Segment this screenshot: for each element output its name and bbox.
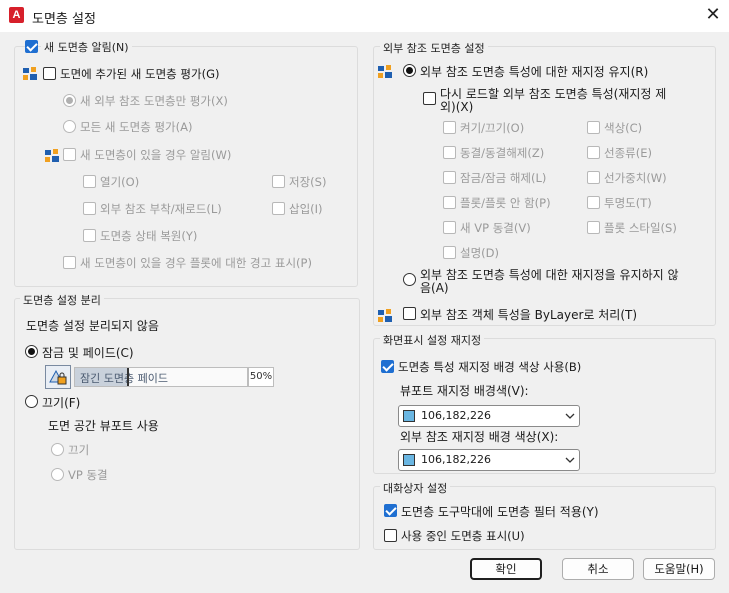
vp-freeze-radio[interactable] <box>51 468 64 481</box>
layer-stack-icon <box>378 309 392 322</box>
ok-button[interactable]: 확인 <box>470 558 542 580</box>
viewport-bg-swatch <box>403 410 415 422</box>
xref-prop-checkbox[interactable] <box>443 221 456 234</box>
xref-bg-label: 외부 참조 재지정 배경 색상(X): <box>400 430 559 444</box>
insert-checkbox[interactable] <box>272 202 285 215</box>
off-radio[interactable] <box>25 395 38 408</box>
xref-prop-checkbox[interactable] <box>587 196 600 209</box>
xref-prop-label: 투명도(T) <box>604 196 652 210</box>
dont-keep-overrides-radio[interactable] <box>403 273 416 286</box>
xref-prop-checkbox[interactable] <box>587 171 600 184</box>
xref-prop-label: 설명(D) <box>460 246 499 260</box>
eval-all-label: 모든 새 도면층 평가(A) <box>80 120 193 134</box>
locked-layer-fade-icon <box>45 365 71 389</box>
xref-prop-label: 플롯 스타일(S) <box>604 221 677 235</box>
reload-xref-props-checkbox[interactable] <box>423 92 436 105</box>
new-layer-notification-checkbox[interactable] <box>25 40 38 53</box>
dont-keep-overrides-label-1: 외부 참조 도면층 특성에 대한 재지정을 유지하지 않 <box>420 268 679 282</box>
treat-bylayer-checkbox[interactable] <box>403 307 416 320</box>
autocad-app-icon: A <box>9 7 24 23</box>
layer-stack-icon <box>45 149 59 162</box>
fade-value[interactable]: 50% <box>248 367 274 387</box>
xref-prop-label: 플롯/플롯 안 함(P) <box>460 196 551 210</box>
xref-layer-settings-title: 외부 참조 도면층 설정 <box>380 40 488 56</box>
xref-prop-checkbox[interactable] <box>587 146 600 159</box>
new-layer-notification-group <box>14 46 358 287</box>
xref-prop-checkbox[interactable] <box>587 221 600 234</box>
use-override-bg-label: 도면층 특성 재지정 배경 색상 사용(B) <box>398 360 582 374</box>
xref-bg-swatch <box>403 454 415 466</box>
evaluate-added-layers-checkbox[interactable] <box>43 67 56 80</box>
vp-freeze-label: VP 동결 <box>68 468 108 482</box>
show-in-use-label: 사용 중인 도면층 표시(U) <box>401 529 525 543</box>
lock-fade-radio[interactable] <box>25 345 38 358</box>
notify-new-layers-label: 새 도면층이 있을 경우 알림(W) <box>80 148 232 162</box>
evaluate-added-layers-label: 도면에 추가된 새 도면층 평가(G) <box>60 67 220 81</box>
chevron-down-icon <box>565 457 575 463</box>
attach-reload-label: 외부 참조 부착/재로드(L) <box>100 202 222 216</box>
dont-keep-overrides-label-2: 음(A) <box>420 281 449 295</box>
apply-filter-toolbar-label: 도면층 도구막대에 도면층 필터 적용(Y) <box>401 505 599 519</box>
save-checkbox[interactable] <box>272 175 285 188</box>
eval-all-radio[interactable] <box>63 120 76 133</box>
restore-state-checkbox[interactable] <box>83 229 96 242</box>
xref-prop-label: 켜기/끄기(O) <box>460 121 525 135</box>
close-icon[interactable]: ✕ <box>704 6 722 24</box>
xref-prop-label: 잠금/잠금 해제(L) <box>460 171 547 185</box>
xref-prop-checkbox[interactable] <box>443 121 456 134</box>
new-layer-notification-label: 새 도면층 알림(N) <box>41 39 132 55</box>
xref-prop-checkbox[interactable] <box>443 146 456 159</box>
vp-off-radio[interactable] <box>51 443 64 456</box>
restore-state-label: 도면층 상태 복원(Y) <box>100 229 198 243</box>
xref-prop-checkbox[interactable] <box>443 171 456 184</box>
vp-off-label: 끄기 <box>68 443 90 457</box>
open-checkbox[interactable] <box>83 175 96 188</box>
xref-prop-label: 색상(C) <box>604 121 643 135</box>
xref-prop-checkbox[interactable] <box>587 121 600 134</box>
xref-prop-checkbox[interactable] <box>443 196 456 209</box>
xref-prop-label: 새 VP 동결(V) <box>460 221 531 235</box>
attach-reload-checkbox[interactable] <box>83 202 96 215</box>
keep-overrides-label: 외부 참조 도면층 특성에 대한 재지정 유지(R) <box>420 65 649 79</box>
lock-fade-label: 잠금 및 페이드(C) <box>42 346 134 360</box>
reload-xref-props-label-2: 외)(X) <box>440 100 474 114</box>
save-label: 저장(S) <box>289 175 327 189</box>
help-button[interactable]: 도움말(H) <box>643 558 715 580</box>
xref-prop-label: 선가중치(W) <box>604 171 667 185</box>
off-label: 끄기(F) <box>42 396 81 410</box>
xref-prop-checkbox[interactable] <box>443 246 456 259</box>
open-label: 열기(O) <box>100 175 140 189</box>
title-bar <box>0 0 729 32</box>
use-override-bg-checkbox[interactable] <box>381 360 394 373</box>
isolate-setting-text: 도면층 설정 분리되지 않음 <box>26 319 159 333</box>
plot-warning-checkbox[interactable] <box>63 256 76 269</box>
show-in-use-checkbox[interactable] <box>384 529 397 542</box>
fade-slider-thumb[interactable] <box>127 368 129 386</box>
dialog-settings-title: 대화상자 설정 <box>380 480 451 496</box>
xref-prop-label: 동결/동결해제(Z) <box>460 146 545 160</box>
treat-bylayer-label: 외부 참조 객체 특성을 ByLayer로 처리(T) <box>420 308 638 322</box>
display-override-title: 화면표시 설정 재지정 <box>380 332 485 348</box>
keep-overrides-radio[interactable] <box>403 64 416 77</box>
window-title: 도면층 설정 <box>32 12 96 27</box>
fade-slider-label: 잠긴 도면층 페이드 <box>80 372 168 385</box>
xref-bg-value: 106,182,226 <box>421 453 491 466</box>
xref-prop-label: 선종류(E) <box>604 146 652 160</box>
isolate-settings-title: 도면층 설정 분리 <box>20 292 104 308</box>
paper-viewport-label: 도면 공간 뷰포트 사용 <box>48 419 159 433</box>
chevron-down-icon <box>565 413 575 419</box>
eval-xref-only-radio[interactable] <box>63 94 76 107</box>
plot-warning-label: 새 도면층이 있을 경우 플롯에 대한 경고 표시(P) <box>80 256 312 270</box>
notify-new-layers-checkbox[interactable] <box>63 148 76 161</box>
layer-stack-icon <box>378 65 392 78</box>
layer-stack-icon <box>23 67 37 80</box>
viewport-bg-value: 106,182,226 <box>421 409 491 422</box>
eval-xref-only-label: 새 외부 참조 도면층만 평가(X) <box>80 94 228 108</box>
insert-label: 삽입(I) <box>289 202 323 216</box>
apply-filter-toolbar-checkbox[interactable] <box>384 504 397 517</box>
cancel-button[interactable]: 취소 <box>562 558 634 580</box>
viewport-bg-label: 뷰포트 재지정 배경색(V): <box>400 384 529 398</box>
reload-xref-props-label-1: 다시 로드할 외부 참조 도면층 특성(재지정 제 <box>440 87 667 101</box>
